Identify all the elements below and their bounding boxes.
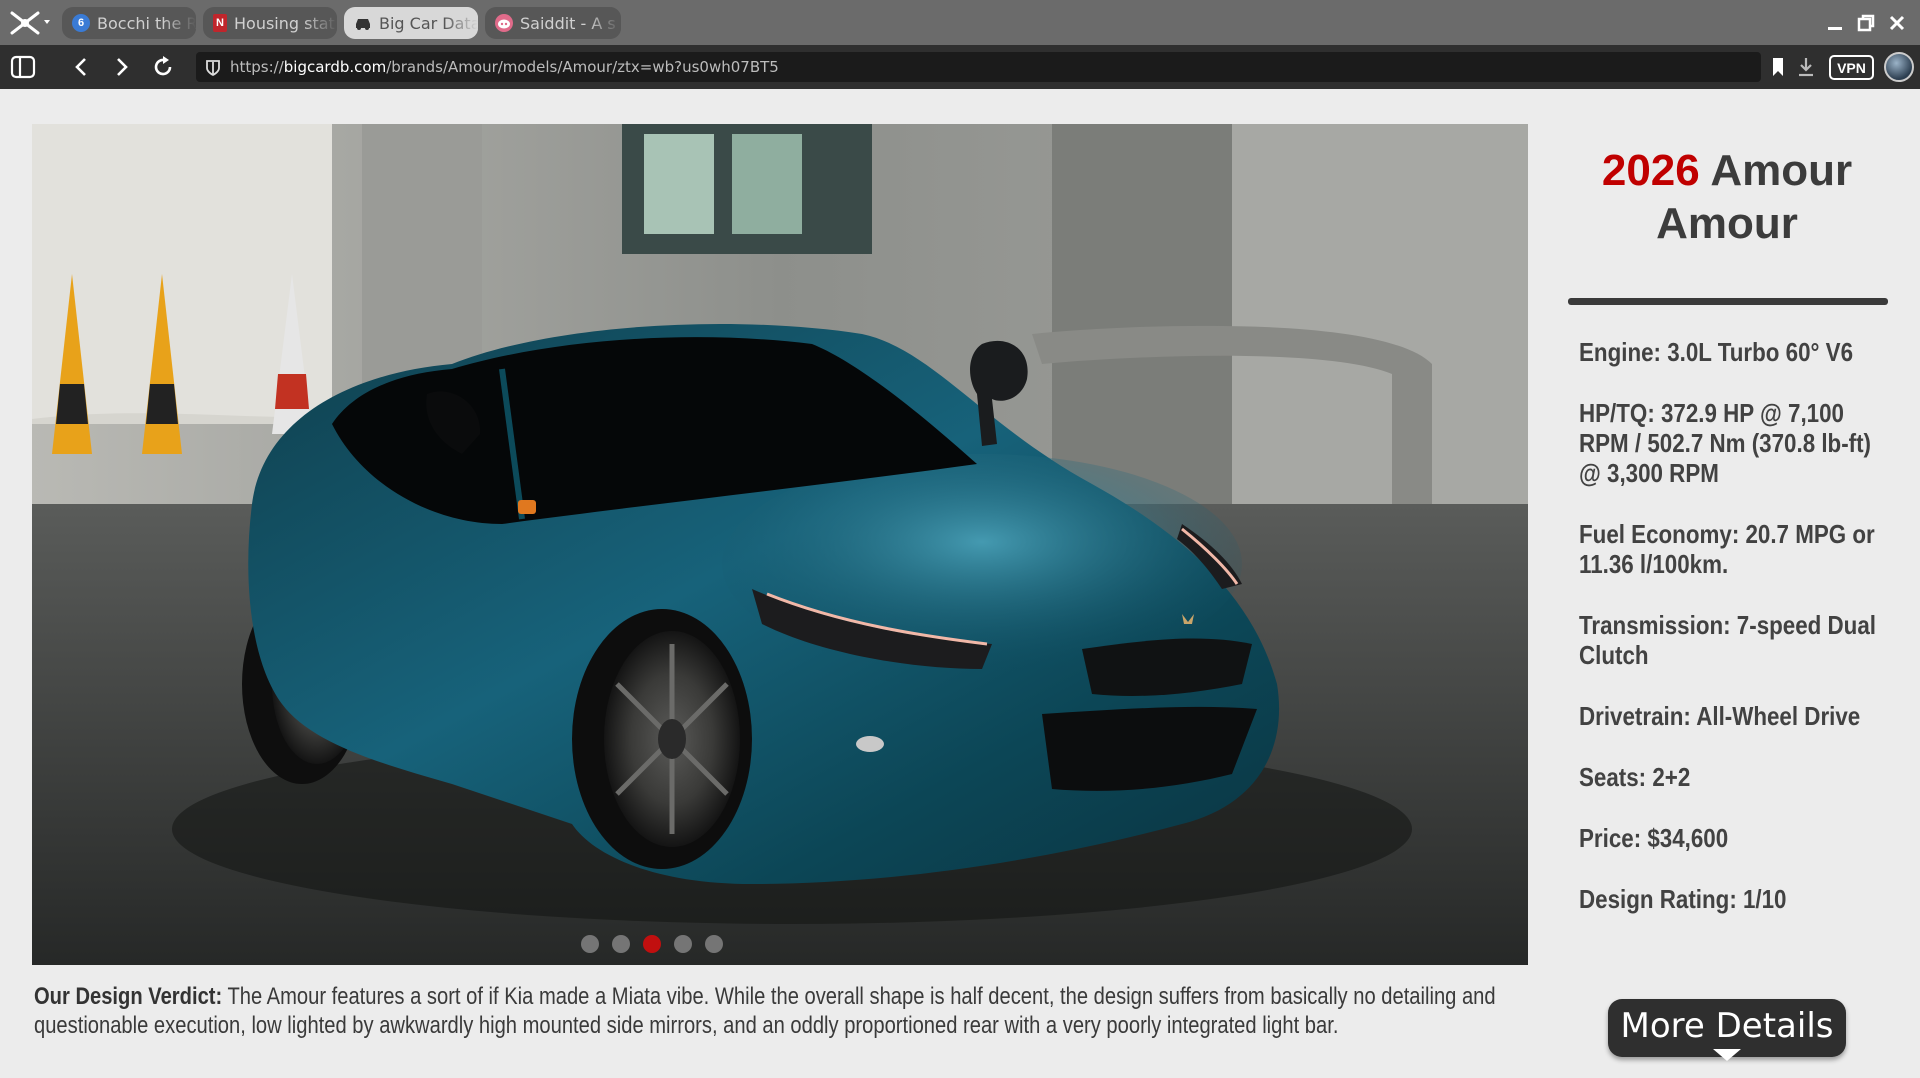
carousel-dot[interactable] bbox=[674, 935, 692, 953]
blue-circle-favicon-icon: 6 bbox=[72, 14, 90, 32]
spec-price: Price: $34,600 bbox=[1579, 823, 1729, 853]
spec-list: Engine: 3.0L Turbo 60° V6 HP/TQ: 372.9 H… bbox=[1579, 337, 1889, 945]
browser-tab-bar: 6 Bocchi the R N Housing stat Big Car Da… bbox=[0, 0, 1920, 45]
car-title: 2026 Amour Amour bbox=[1566, 144, 1888, 250]
back-icon[interactable] bbox=[66, 52, 96, 82]
tab-big-car-data[interactable]: Big Car Data bbox=[344, 7, 478, 39]
sidebar-toggle-icon[interactable] bbox=[8, 52, 38, 82]
tab-bocchi[interactable]: 6 Bocchi the R bbox=[62, 7, 196, 39]
saiddit-alien-favicon-icon bbox=[495, 14, 513, 32]
browser-address-bar: https://bigcardb.com/brands/Amour/models… bbox=[0, 45, 1920, 89]
more-details-label: More Details bbox=[1620, 1006, 1834, 1046]
restore-icon[interactable] bbox=[1853, 10, 1879, 36]
car-detail-page: Our Design Verdict: The Amour features a… bbox=[0, 89, 1920, 1078]
car-image-carousel[interactable] bbox=[32, 124, 1528, 965]
car-year: 2026 bbox=[1601, 146, 1700, 195]
bookmark-icon[interactable] bbox=[1763, 52, 1793, 82]
red-n-favicon-icon: N bbox=[213, 14, 227, 32]
carousel-dot[interactable] bbox=[581, 935, 599, 953]
minimize-icon[interactable] bbox=[1822, 10, 1848, 36]
spec-hp-tq: HP/TQ: 372.9 HP @ 7,100 RPM / 502.7 Nm (… bbox=[1579, 398, 1872, 488]
forward-icon[interactable] bbox=[107, 52, 137, 82]
download-icon[interactable] bbox=[1791, 52, 1821, 82]
tab-saiddit[interactable]: Saiddit - A s bbox=[485, 7, 621, 39]
site-info-icon[interactable] bbox=[205, 59, 221, 81]
design-verdict: Our Design Verdict: The Amour features a… bbox=[34, 982, 1538, 1040]
spec-design-rating: Design Rating: 1/10 bbox=[1579, 884, 1787, 914]
spec-fuel-economy: Fuel Economy: 20.7 MPG or 11.36 l/100km. bbox=[1579, 519, 1875, 579]
vpn-button[interactable]: VPN bbox=[1829, 55, 1874, 80]
title-divider bbox=[1568, 298, 1888, 305]
url-text: https://bigcardb.com/brands/Amour/models… bbox=[230, 58, 779, 76]
verdict-heading: Our Design Verdict: bbox=[34, 983, 223, 1010]
verdict-text: The Amour features a sort of if Kia made… bbox=[34, 983, 1496, 1039]
carousel-dot[interactable] bbox=[643, 935, 661, 953]
car-favicon-icon bbox=[354, 14, 372, 32]
close-icon[interactable] bbox=[1884, 10, 1910, 36]
carousel-dot[interactable] bbox=[612, 935, 630, 953]
browser-logo-icon bbox=[10, 11, 50, 35]
spec-drivetrain: Drivetrain: All-Wheel Drive bbox=[1579, 701, 1861, 731]
browser-menu-button[interactable] bbox=[8, 8, 52, 38]
profile-avatar[interactable] bbox=[1884, 52, 1914, 82]
spec-engine: Engine: 3.0L Turbo 60° V6 bbox=[1579, 337, 1854, 367]
spec-transmission: Transmission: 7-speed Dual Clutch bbox=[1579, 610, 1876, 670]
more-details-button[interactable]: More Details bbox=[1608, 999, 1846, 1061]
tab-housing[interactable]: N Housing stat bbox=[203, 7, 337, 39]
carousel-dots bbox=[32, 935, 1400, 953]
carousel-dot[interactable] bbox=[705, 935, 723, 953]
car-photo bbox=[32, 124, 1528, 965]
reload-icon[interactable] bbox=[148, 52, 178, 82]
spec-seats: Seats: 2+2 bbox=[1579, 762, 1691, 792]
chevron-down-icon bbox=[1713, 1049, 1741, 1061]
url-input[interactable]: https://bigcardb.com/brands/Amour/models… bbox=[196, 52, 1761, 82]
